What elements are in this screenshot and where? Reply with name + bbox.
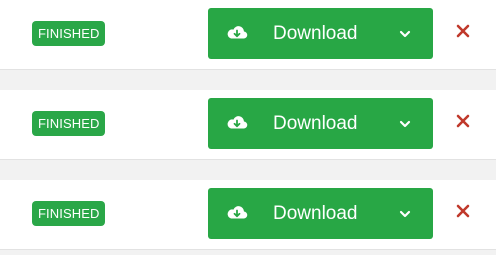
cloud-download-icon	[227, 26, 248, 39]
close-icon[interactable]	[456, 204, 470, 218]
status-badge: FINISHED	[32, 21, 106, 46]
download-button[interactable]: Download	[208, 98, 433, 149]
close-icon[interactable]	[456, 24, 470, 38]
cloud-download-icon	[227, 206, 248, 219]
download-button[interactable]: Download	[208, 188, 433, 239]
download-label: Download	[273, 113, 358, 134]
download-row: FINISHED Download	[0, 0, 496, 69]
chevron-down-icon[interactable]	[398, 27, 412, 41]
downloads-list: FINISHED Download FINISHED Download FINI…	[0, 0, 496, 255]
status-badge: FINISHED	[32, 111, 106, 136]
cloud-download-icon	[227, 116, 248, 129]
close-icon[interactable]	[456, 114, 470, 128]
download-row: FINISHED Download	[0, 180, 496, 249]
chevron-down-icon[interactable]	[398, 207, 412, 221]
download-label: Download	[273, 23, 358, 44]
download-label: Download	[273, 203, 358, 224]
chevron-down-icon[interactable]	[398, 117, 412, 131]
download-button[interactable]: Download	[208, 8, 433, 59]
download-row: FINISHED Download	[0, 90, 496, 159]
status-badge: FINISHED	[32, 201, 106, 226]
